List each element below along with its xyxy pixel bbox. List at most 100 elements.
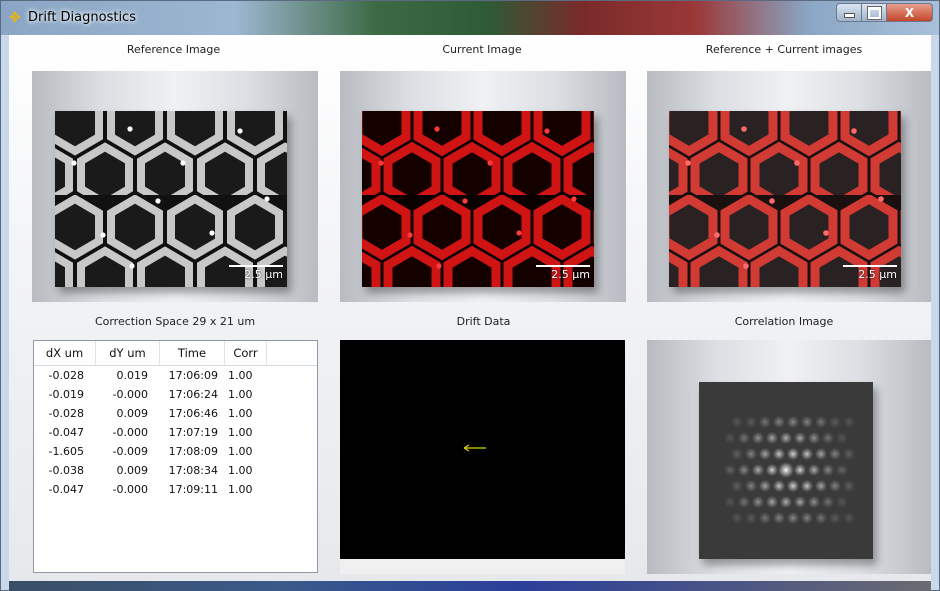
correlation-peak bbox=[800, 447, 814, 461]
reference-honeycomb-graphic bbox=[55, 111, 287, 287]
correlation-peak bbox=[723, 431, 737, 445]
drift-table-body: -0.028 0.019 17:06:09 1.00 -0.019 -0.000 17:06… bbox=[34, 366, 317, 499]
cell-corr: 1.00 bbox=[228, 407, 253, 420]
correlation-image-caption: Correlation Image bbox=[734, 315, 834, 328]
cell-dy: 0.009 bbox=[116, 407, 149, 420]
correlation-peak bbox=[814, 511, 828, 525]
drift-table[interactable]: dX um dY um Time Corr -0.028 0.019 17:06:0… bbox=[33, 340, 318, 573]
cell-dx: -1.605 bbox=[48, 445, 84, 458]
cell-corr: 1.00 bbox=[228, 445, 253, 458]
correlation-peak bbox=[842, 447, 856, 461]
correlation-peak bbox=[821, 495, 835, 509]
table-row[interactable]: -0.047 -0.000 17:07:19 1.00 bbox=[34, 423, 317, 442]
cell-time: 17:08:34 bbox=[168, 464, 218, 477]
correlation-peak bbox=[786, 415, 800, 429]
correlation-peak bbox=[744, 415, 758, 429]
correlation-peak bbox=[786, 511, 800, 525]
correlation-peak bbox=[842, 511, 856, 525]
drift-plot-graphic bbox=[463, 444, 486, 452]
overlay-scale-bar: 2.5 µm bbox=[843, 265, 897, 281]
current-honeycomb-graphic bbox=[362, 111, 594, 287]
column-header-time[interactable]: Time bbox=[160, 341, 225, 365]
drift-plot-footer bbox=[340, 559, 625, 574]
cell-corr: 1.00 bbox=[228, 464, 253, 477]
crosshair-icon: ✥ bbox=[9, 10, 21, 26]
correlation-image[interactable] bbox=[699, 382, 873, 559]
correlation-peak bbox=[730, 415, 744, 429]
drift-data-plot[interactable] bbox=[340, 340, 625, 574]
reference-image[interactable]: 2.5 µm bbox=[55, 111, 287, 287]
correlation-peak bbox=[737, 495, 751, 509]
correlation-peak bbox=[751, 463, 765, 477]
correlation-peak bbox=[793, 463, 807, 477]
table-row[interactable]: -0.028 0.009 17:06:46 1.00 bbox=[34, 404, 317, 423]
minimize-icon bbox=[843, 13, 855, 18]
overlay-image[interactable]: 2.5 µm bbox=[669, 111, 901, 287]
correction-space-caption: Correction Space 29 x 21 um bbox=[94, 315, 256, 328]
cell-dx: -0.028 bbox=[48, 369, 84, 382]
reference-scale-bar: 2.5 µm bbox=[229, 265, 283, 281]
maximize-button[interactable] bbox=[862, 3, 887, 22]
correlation-peaks-graphic bbox=[699, 382, 873, 559]
table-row[interactable]: -0.038 0.009 17:08:34 1.00 bbox=[34, 461, 317, 480]
correlation-peak bbox=[793, 495, 807, 509]
correlation-peak bbox=[737, 463, 751, 477]
table-row[interactable]: -0.028 0.019 17:06:09 1.00 bbox=[34, 366, 317, 385]
correlation-peak bbox=[821, 431, 835, 445]
cell-corr: 1.00 bbox=[228, 388, 253, 401]
correlation-peak bbox=[758, 479, 772, 493]
cell-time: 17:06:24 bbox=[168, 388, 218, 401]
column-header-dy[interactable]: dY um bbox=[96, 341, 160, 365]
title-bar[interactable]: ✥ Drift Diagnostics X bbox=[1, 1, 939, 35]
correlation-peak bbox=[814, 415, 828, 429]
overlay-scale-label: 2.5 µm bbox=[858, 268, 897, 281]
table-row[interactable]: -0.047 -0.000 17:09:11 1.00 bbox=[34, 480, 317, 499]
overlay-image-panel: 2.5 µm bbox=[647, 71, 931, 302]
cell-time: 17:07:19 bbox=[168, 426, 218, 439]
correlation-peak bbox=[814, 447, 828, 461]
cell-dx: -0.019 bbox=[48, 388, 84, 401]
correlation-image-panel bbox=[647, 340, 931, 574]
correlation-peak bbox=[744, 511, 758, 525]
correlation-peak bbox=[772, 447, 786, 461]
correlation-peak bbox=[807, 463, 821, 477]
client-area: Reference Image Current Image Reference … bbox=[9, 35, 931, 581]
correlation-peak bbox=[730, 447, 744, 461]
cell-dx: -0.047 bbox=[48, 426, 84, 439]
correlation-peak bbox=[800, 511, 814, 525]
table-row[interactable]: -0.019 -0.000 17:06:24 1.00 bbox=[34, 385, 317, 404]
current-image[interactable]: 2.5 µm bbox=[362, 111, 594, 287]
table-row[interactable]: -1.605 -0.009 17:08:09 1.00 bbox=[34, 442, 317, 461]
correlation-peak bbox=[828, 447, 842, 461]
correlation-peak bbox=[828, 511, 842, 525]
cell-dx: -0.047 bbox=[48, 483, 84, 496]
correlation-peak bbox=[807, 495, 821, 509]
cell-dx: -0.038 bbox=[48, 464, 84, 477]
reference-image-panel: 2.5 µm bbox=[32, 71, 318, 302]
current-scale-bar: 2.5 µm bbox=[536, 265, 590, 281]
correlation-peak bbox=[723, 463, 737, 477]
correlation-peak bbox=[772, 511, 786, 525]
correlation-peak bbox=[737, 431, 751, 445]
correlation-peak bbox=[765, 431, 779, 445]
correlation-peak bbox=[835, 463, 849, 477]
close-button[interactable]: X bbox=[887, 3, 933, 22]
current-image-caption: Current Image bbox=[442, 43, 522, 56]
cell-time: 17:09:11 bbox=[168, 483, 218, 496]
cell-dy: -0.000 bbox=[112, 388, 148, 401]
column-header-dx[interactable]: dX um bbox=[34, 341, 96, 365]
correlation-peak bbox=[758, 415, 772, 429]
cell-time: 17:06:46 bbox=[168, 407, 218, 420]
window-controls: X bbox=[836, 3, 933, 23]
correlation-peak bbox=[751, 495, 765, 509]
drift-data-caption: Drift Data bbox=[456, 315, 511, 328]
minimize-button[interactable] bbox=[836, 3, 862, 22]
correlation-peak bbox=[786, 479, 800, 493]
maximize-icon bbox=[866, 5, 882, 20]
correlation-peak bbox=[772, 415, 786, 429]
correlation-peak bbox=[751, 431, 765, 445]
correlation-peak bbox=[793, 431, 807, 445]
correlation-peak bbox=[835, 495, 849, 509]
column-header-corr[interactable]: Corr bbox=[225, 341, 267, 365]
correlation-peak bbox=[842, 415, 856, 429]
